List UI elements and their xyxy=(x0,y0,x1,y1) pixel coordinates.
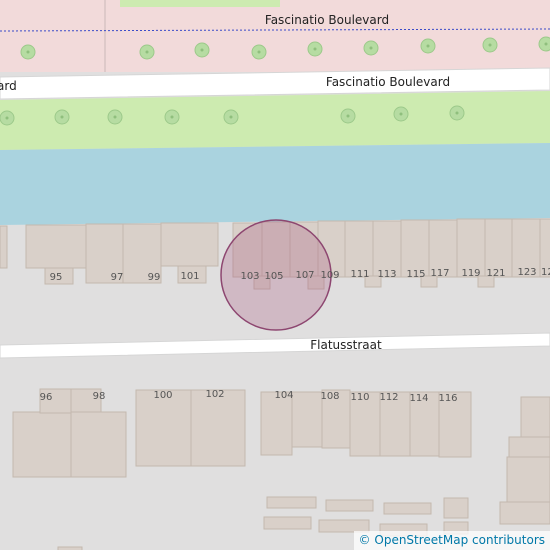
house-number: 116 xyxy=(438,393,457,404)
house-number: 105 xyxy=(264,271,283,282)
house-number: 114 xyxy=(409,393,428,404)
house-number: 111 xyxy=(350,269,369,280)
house-number: 113 xyxy=(377,269,396,280)
street-label-fascinatio-fragment: ard xyxy=(0,79,17,93)
house-number: 109 xyxy=(320,270,339,281)
house-number: 110 xyxy=(350,392,369,403)
house-number: 102 xyxy=(205,389,224,400)
house-number: 121 xyxy=(486,268,505,279)
grass-strip xyxy=(0,91,550,150)
house-number: 123 xyxy=(517,267,536,278)
house-number: 103 xyxy=(240,271,259,282)
house-number: 112 xyxy=(379,392,398,403)
street-label-fascinatio-upper: Fascinatio Boulevard xyxy=(265,13,389,27)
house-number: 104 xyxy=(274,390,293,401)
map-view[interactable]: Fascinatio Boulevard Fascinatio Boulevar… xyxy=(0,0,550,550)
house-number: 117 xyxy=(430,268,449,279)
house-number: 97 xyxy=(111,272,124,283)
attribution-link[interactable]: OpenStreetMap contributors xyxy=(374,533,545,547)
house-number: 107 xyxy=(295,270,314,281)
water-canal xyxy=(0,143,550,225)
house-number: 119 xyxy=(461,268,480,279)
house-number: 95 xyxy=(50,272,63,283)
house-number: 108 xyxy=(320,391,339,402)
street-label-flatusstraat: Flatusstraat xyxy=(310,338,382,352)
house-number: 101 xyxy=(180,271,199,282)
residential-area xyxy=(0,0,550,72)
house-number: 100 xyxy=(153,390,172,401)
copyright-symbol: © xyxy=(358,533,371,547)
house-number: 115 xyxy=(406,269,425,280)
map-attribution: © OpenStreetMap contributors xyxy=(353,531,550,550)
house-number: 99 xyxy=(148,272,161,283)
map-canvas[interactable]: Fascinatio Boulevard Fascinatio Boulevar… xyxy=(0,0,550,550)
grass-strip-top xyxy=(120,0,280,7)
street-label-fascinatio-main: Fascinatio Boulevard xyxy=(326,75,450,89)
house-number: 96 xyxy=(40,392,53,403)
house-number: 12 xyxy=(541,267,550,278)
house-number: 98 xyxy=(93,391,106,402)
